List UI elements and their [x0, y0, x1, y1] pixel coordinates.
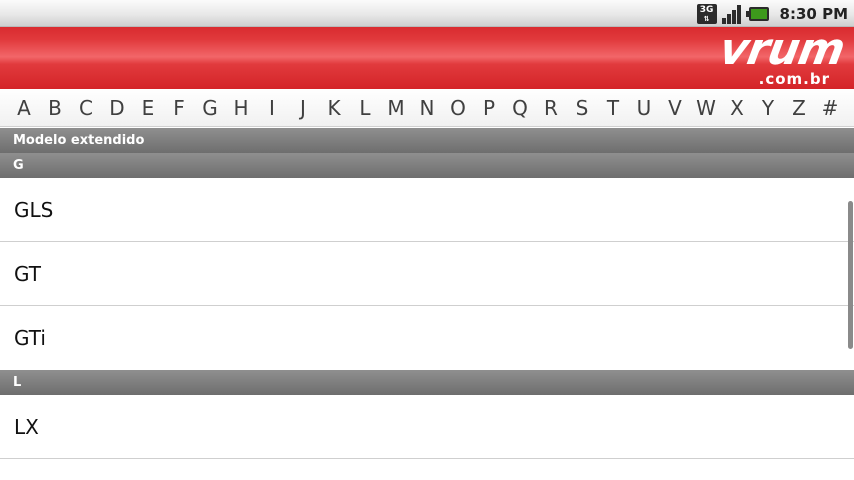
network-3g-icon: 3G ⇅: [696, 3, 717, 24]
alphabet-letter-d[interactable]: D: [102, 96, 132, 120]
group-list-g: GLS GT GTi: [0, 178, 854, 370]
list-item[interactable]: GLS: [0, 178, 854, 242]
alphabet-letter-t[interactable]: T: [598, 96, 628, 120]
logo-domain: .com.br: [758, 70, 830, 88]
alphabet-letter-m[interactable]: M: [381, 96, 411, 120]
alphabet-letter-k[interactable]: K: [319, 96, 349, 120]
alphabet-letter-g[interactable]: G: [195, 96, 225, 120]
data-activity-icon: ⇅: [703, 14, 710, 23]
clock: 8:30 PM: [779, 4, 848, 23]
alphabet-letter-w[interactable]: W: [691, 96, 721, 120]
alphabet-letter-x[interactable]: X: [722, 96, 752, 120]
alphabet-letter-e[interactable]: E: [133, 96, 163, 120]
alphabet-letter-s[interactable]: S: [567, 96, 597, 120]
alphabet-letter-c[interactable]: C: [71, 96, 101, 120]
vrum-logo: vrum .com.br: [694, 24, 849, 88]
signal-strength-icon: [721, 4, 744, 24]
alphabet-letter-z[interactable]: Z: [784, 96, 814, 120]
alphabet-letter-y[interactable]: Y: [753, 96, 783, 120]
alphabet-letter-h[interactable]: H: [226, 96, 256, 120]
alphabet-letter-r[interactable]: R: [536, 96, 566, 120]
list-item[interactable]: GT: [0, 242, 854, 306]
alphabet-letter-p[interactable]: P: [474, 96, 504, 120]
alphabet-letter-o[interactable]: O: [443, 96, 473, 120]
alphabet-letter-a[interactable]: A: [9, 96, 39, 120]
list-item[interactable]: LX: [0, 395, 854, 459]
status-icons: 3G ⇅ 8:30 PM: [696, 3, 848, 24]
alphabet-letter-l[interactable]: L: [350, 96, 380, 120]
app-header: vrum .com.br: [0, 24, 854, 89]
alphabet-letter-i[interactable]: I: [257, 96, 287, 120]
alphabet-letter-v[interactable]: V: [660, 96, 690, 120]
group-list-l: LX: [0, 395, 854, 480]
group-header-l: L: [0, 370, 854, 395]
alphabet-letter-b[interactable]: B: [40, 96, 70, 120]
alphabet-letter-f[interactable]: F: [164, 96, 194, 120]
scrollbar[interactable]: [848, 201, 853, 349]
logo-wordmark: vrum: [716, 24, 849, 75]
section-header-model: Modelo extendido: [0, 128, 854, 153]
network-label: 3G: [699, 4, 714, 15]
alphabet-index-bar: A B C D E F G H I J K L M N O P Q R S T U V W X Y Z #: [0, 89, 854, 127]
group-header-g: G: [0, 153, 854, 178]
battery-icon: [745, 6, 769, 21]
alphabet-letter-u[interactable]: U: [629, 96, 659, 120]
alphabet-letter-j[interactable]: J: [288, 96, 318, 120]
list-item[interactable]: GTi: [0, 306, 854, 370]
alphabet-letter-q[interactable]: Q: [505, 96, 535, 120]
status-bar: 3G ⇅ 8:30 PM: [0, 0, 854, 27]
alphabet-letter-n[interactable]: N: [412, 96, 442, 120]
alphabet-letter-hash[interactable]: #: [815, 96, 845, 120]
